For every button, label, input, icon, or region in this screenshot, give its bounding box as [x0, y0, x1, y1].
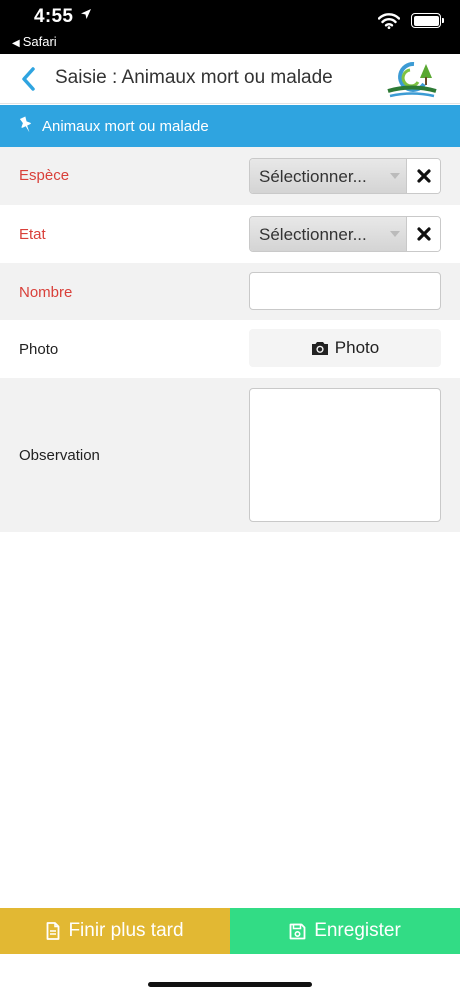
observation-row: Observation — [0, 378, 460, 532]
save-label: Enregister — [314, 920, 401, 941]
etat-row: Etat Sélectionner... — [0, 205, 460, 263]
save-button[interactable]: Enregister — [230, 908, 460, 954]
etat-select-face[interactable]: Sélectionner... — [250, 217, 407, 251]
photo-label: Photo — [19, 341, 59, 358]
espece-select-face[interactable]: Sélectionner... — [250, 159, 407, 193]
thumbtack-icon — [19, 116, 31, 133]
nombre-label: Nombre — [19, 284, 73, 301]
espece-row: Espèce Sélectionner... — [0, 147, 460, 205]
camera-icon — [311, 342, 328, 355]
chevron-down-icon — [390, 231, 400, 237]
location-arrow-icon — [81, 9, 91, 19]
page-title: Saisie : Animaux mort ou malade — [55, 67, 333, 88]
chevron-left-icon[interactable] — [18, 66, 40, 92]
nombre-input[interactable] — [249, 272, 441, 310]
espece-label: Espèce — [19, 167, 70, 184]
finish-later-button[interactable]: Finir plus tard — [0, 908, 230, 954]
status-bar: 4:55 ◀ Safari — [0, 0, 460, 54]
etat-label: Etat — [19, 226, 46, 243]
back-to-safari-link[interactable]: ◀ Safari — [12, 34, 57, 49]
nombre-row: Nombre — [0, 263, 460, 320]
floppy-disk-icon — [289, 923, 306, 939]
etat-select[interactable]: Sélectionner... — [249, 216, 441, 252]
etat-select-value: Sélectionner... — [259, 225, 367, 244]
bottom-safe-area — [0, 954, 460, 996]
section-banner: Animaux mort ou malade — [0, 105, 460, 147]
chevron-down-icon — [390, 173, 400, 179]
wifi-icon — [378, 13, 400, 29]
observation-label: Observation — [19, 447, 100, 464]
close-icon — [417, 169, 431, 183]
close-icon — [417, 227, 431, 241]
espece-clear-button[interactable] — [408, 159, 440, 193]
status-time: 4:55 — [34, 6, 74, 27]
photo-row: Photo Photo — [0, 320, 460, 378]
photo-button[interactable]: Photo — [249, 329, 441, 367]
back-triangle-icon: ◀ — [12, 38, 20, 49]
back-app-label: Safari — [22, 34, 57, 49]
file-icon — [47, 922, 60, 940]
espece-select-value: Sélectionner... — [259, 167, 367, 186]
notch — [115, 0, 345, 32]
etat-clear-button[interactable] — [408, 217, 440, 251]
page-header: Saisie : Animaux mort ou malade — [0, 54, 460, 104]
observation-textarea[interactable] — [249, 388, 441, 522]
finish-later-label: Finir plus tard — [68, 920, 184, 941]
app-logo — [384, 58, 440, 100]
battery-icon — [411, 13, 444, 28]
espece-select[interactable]: Sélectionner... — [249, 158, 441, 194]
section-title: Animaux mort ou malade — [42, 118, 209, 135]
photo-button-label: Photo — [334, 338, 380, 357]
home-indicator[interactable] — [148, 982, 312, 987]
